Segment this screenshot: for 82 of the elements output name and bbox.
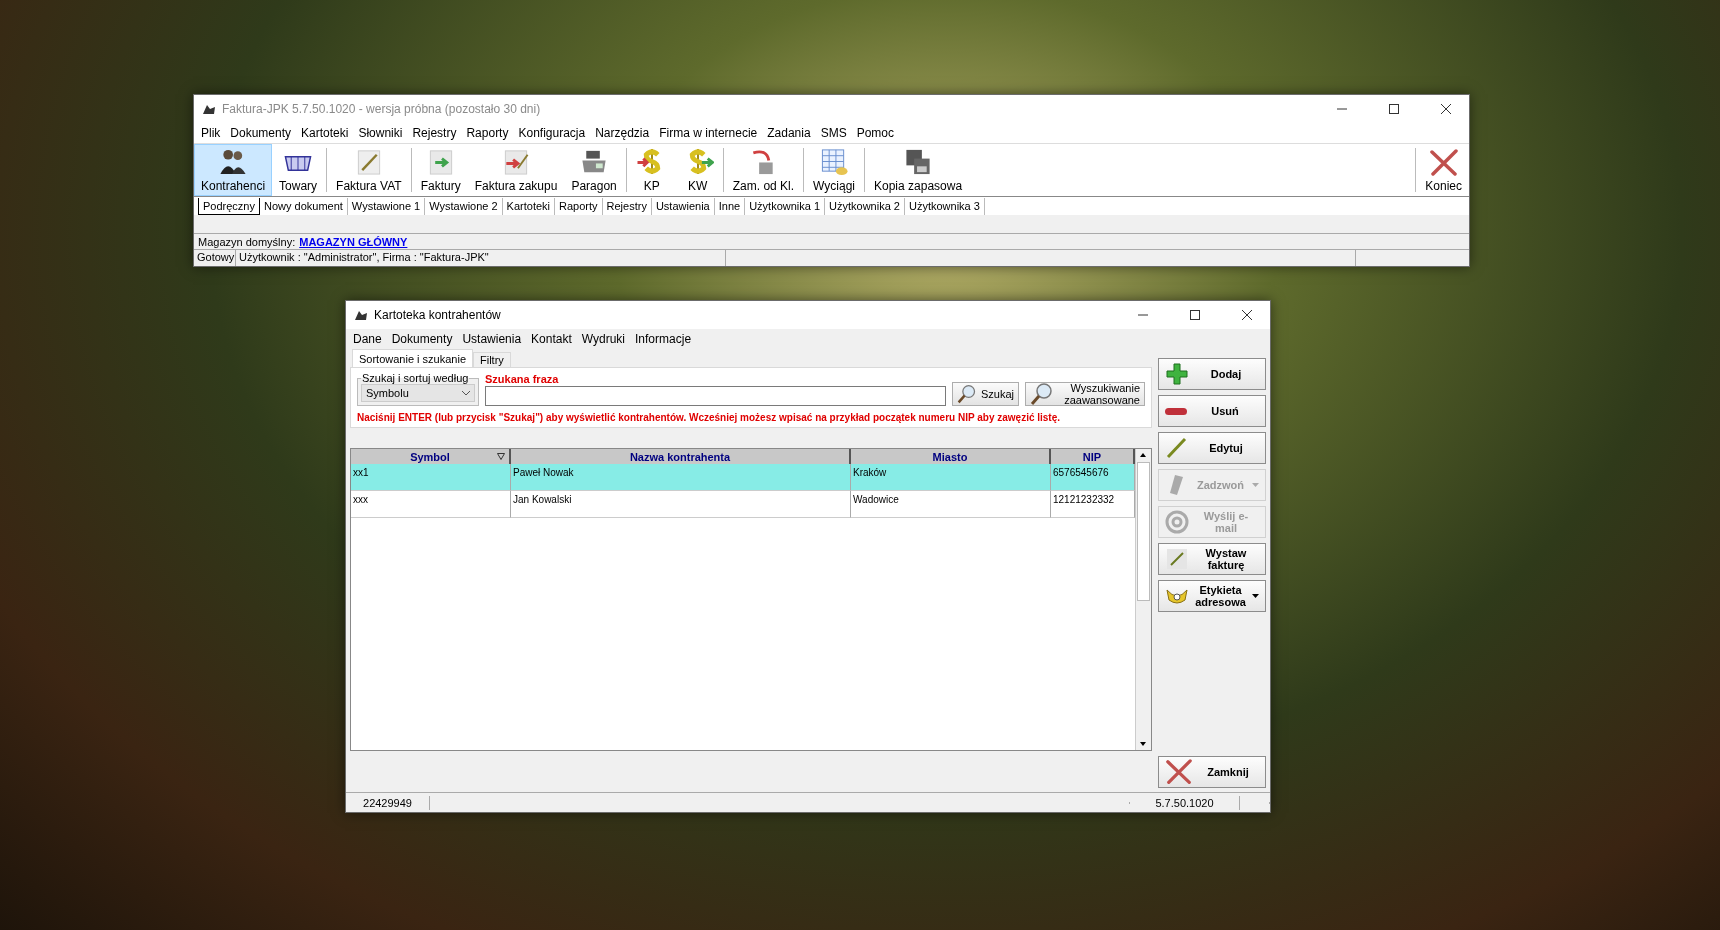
menu-item[interactable]: Wydruki [576,332,631,346]
menu-item[interactable]: Rejestry [407,126,462,140]
minus-icon [1165,407,1187,415]
maximize-icon [1190,310,1200,320]
warehouse-link[interactable]: MAGAZYN GŁÓWNY [299,235,408,248]
table-cell: Jan Kowalski [511,491,851,518]
column-header[interactable]: Nazwa kontrahenta [511,449,851,464]
pen-icon [1165,436,1189,460]
toolbar-button[interactable]: Kopia zapasowa [867,144,970,196]
window-title: Faktura-JPK 5.7.50.1020 - wersja próbna (pozostało 30 dni) [222,102,542,116]
app-icon [202,103,216,115]
action-button[interactable]: Wystaw fakturę [1158,543,1266,575]
advanced-search-button[interactable]: Wyszukiwanie zaawansowane [1025,382,1145,406]
status-text: Użytkownik : "Administrator", Firma : "Faktura-JPK" [236,250,726,266]
search-icon [1030,382,1054,406]
close-icon [1242,310,1252,320]
toolbar-button[interactable]: Faktura zakupu [467,144,565,196]
table-cell: Wadowice [851,491,1051,518]
search-label: Szukana fraza [485,373,560,385]
exit-button[interactable]: Koniec [1418,144,1469,196]
column-header[interactable]: Miasto [851,449,1051,464]
search-field[interactable] [485,386,946,406]
column-header[interactable]: NIP [1051,449,1135,464]
menu-item[interactable]: Narzędzia [590,126,655,140]
toolbar-button[interactable]: Kontrahenci [194,144,273,196]
menu-item[interactable]: Słowniki [353,126,408,140]
table-cell: xx1 [351,464,511,491]
action-button[interactable]: Usuń [1158,395,1266,427]
menu-item[interactable]: Kartoteki [296,126,354,140]
search-button[interactable]: Szukaj [951,382,1019,406]
toolbar-button[interactable]: Faktura VAT [329,144,409,196]
pen-icon [1165,547,1189,571]
menu-item[interactable]: SMS [815,126,852,140]
menu-item[interactable]: Raporty [461,126,514,140]
app-icon [354,309,368,321]
cross-icon [1428,149,1459,176]
menu-item[interactable]: Dokumenty [225,126,297,140]
status-text: 5.7.50.1020 [1130,795,1240,810]
status-text: 22429949 [346,795,430,810]
group-label: Szukaj i sortuj według [361,372,470,384]
toolbar-button[interactable]: Zam. od Kl. [725,144,802,196]
table-cell: Paweł Nowak [511,464,851,491]
tab[interactable]: Sortowanie i szukanie [352,349,473,367]
close-icon [1441,104,1451,114]
menu-item[interactable]: Ustawienia [457,332,527,346]
action-button[interactable]: Etykieta adresowa [1158,580,1266,612]
toolbar-button[interactable]: Paragon [564,144,624,196]
toolbar-button[interactable]: Wyciągi [806,144,862,196]
table-cell: 6576545676 [1051,464,1135,491]
tab[interactable]: Filtry [473,352,511,367]
cross-icon [1165,759,1193,785]
toolbar-button[interactable]: KW [674,144,721,196]
menu-item[interactable]: Firma w internecie [654,126,763,140]
close-dialog-button[interactable]: Zamknij [1158,756,1266,788]
toolbar-button[interactable]: KP [628,144,675,196]
menu-item[interactable]: Kontakt [526,332,577,346]
chevron-down-icon [462,390,470,396]
tab[interactable]: Podręczny [198,197,260,215]
table-cell: Kraków [851,464,1051,491]
menu-item[interactable]: Plik [196,126,226,140]
status-text: Gotowy [194,250,236,266]
table-cell: xxx [351,491,511,518]
hint-text: Naciśnij ENTER (lub przycisk "Szukaj") aby wyświetlić kontrahentów. Wcześniej możesz wpisać na przykład początek numeru NIP aby zawęzić listę. [357,412,1062,423]
plus-icon [1165,362,1189,386]
toolbar-button[interactable]: Faktury [413,144,468,196]
menu-item[interactable]: Dane [348,332,387,346]
sort-dropdown[interactable]: Symbolu [361,384,475,402]
table-cell: 12121232332 [1051,491,1135,518]
menu-item[interactable]: Pomoc [851,126,899,140]
menu-item[interactable]: Informacje [630,332,697,346]
menu-item[interactable]: Zadania [762,126,816,140]
scrollbar-thumb[interactable] [1137,462,1150,601]
window-title: Kartoteka kontrahentów [374,308,502,322]
search-icon [956,384,977,404]
menu-item[interactable]: Konfiguracja [513,126,591,140]
action-button[interactable]: Edytuj [1158,432,1266,464]
warehouse-label: Magazyn domyślny: [198,235,296,248]
menu-item[interactable]: Dokumenty [386,332,458,346]
maximize-icon [1389,104,1399,114]
toolbar-button[interactable]: Towary [272,144,325,196]
column-header[interactable]: Symbol [351,449,511,464]
action-button[interactable]: Dodaj [1158,358,1266,390]
